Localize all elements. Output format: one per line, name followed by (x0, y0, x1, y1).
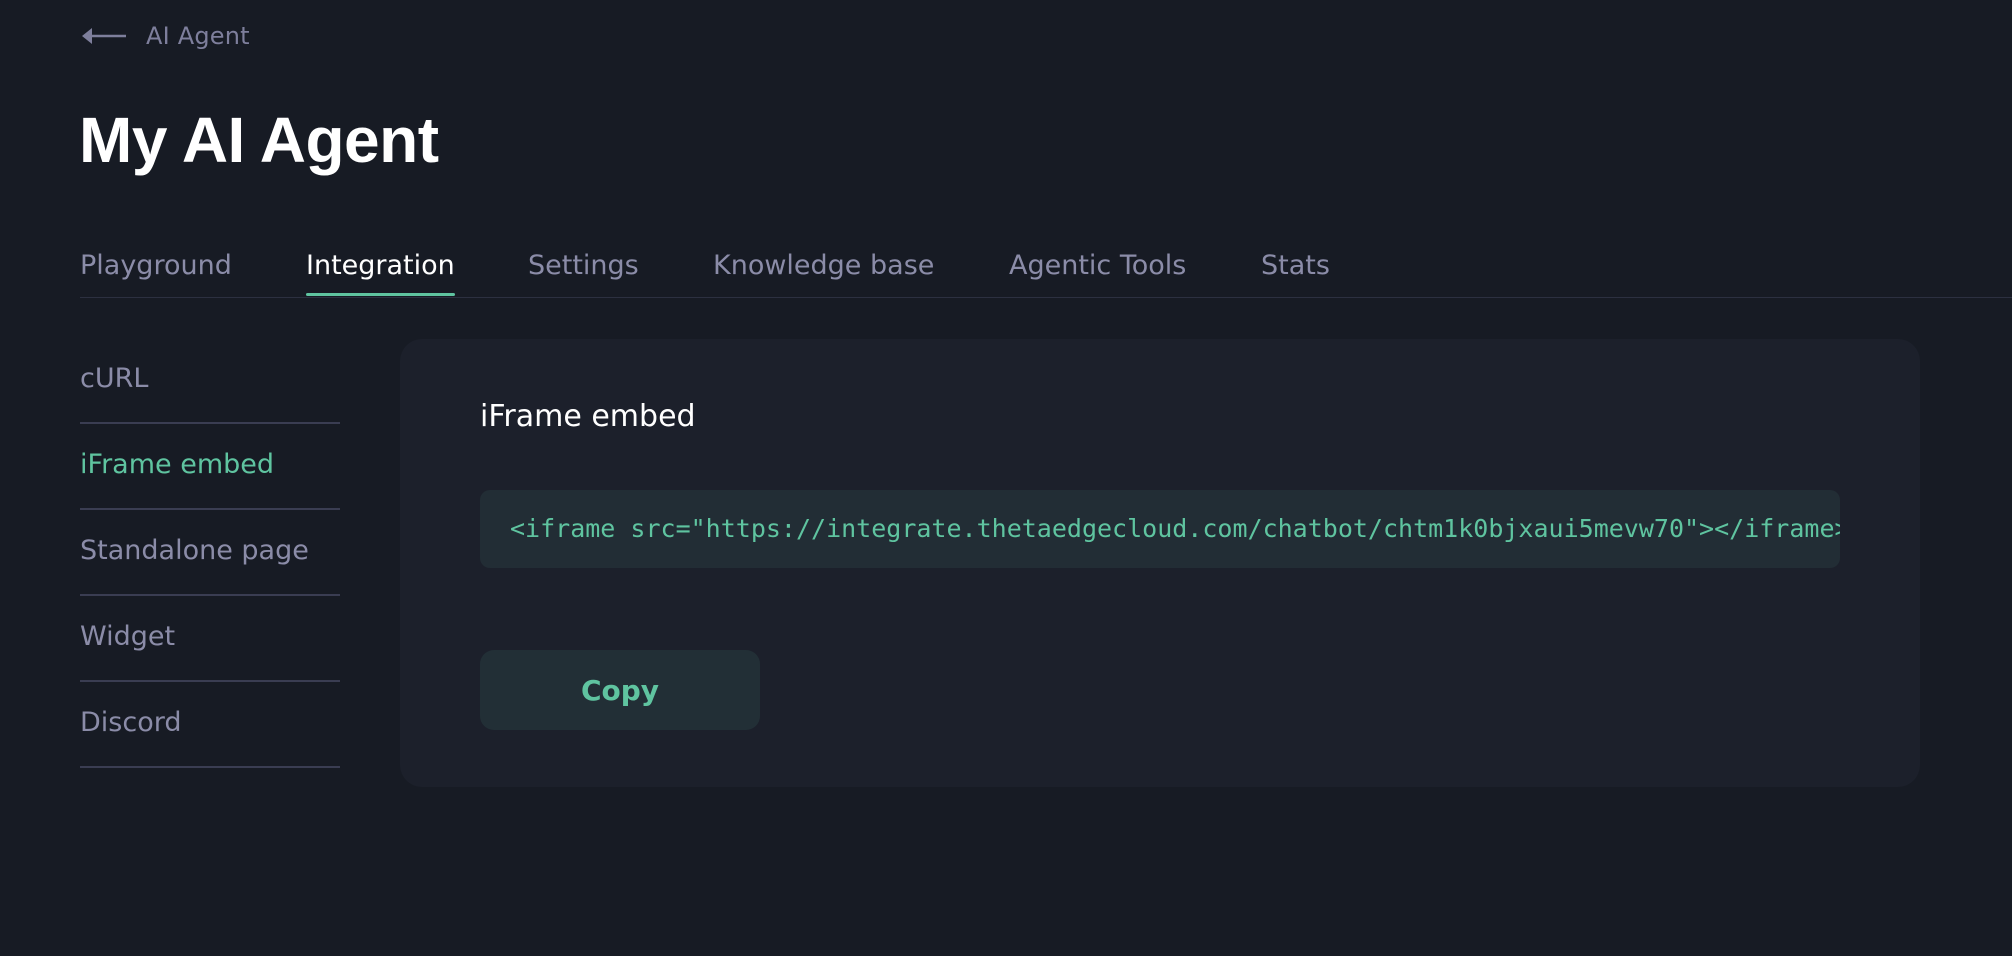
arrow-left-icon (80, 26, 126, 46)
sidebar-item-standalone-page[interactable]: Standalone page (80, 510, 340, 596)
embed-code-box[interactable]: <iframe src="https://integrate.thetaedge… (480, 490, 1840, 568)
integration-sidebar: cURL iFrame embed Standalone page Widget… (80, 338, 340, 768)
tab-agentic-tools[interactable]: Agentic Tools (1009, 250, 1186, 295)
tab-bar: Playground Integration Settings Knowledg… (80, 250, 2012, 298)
sidebar-item-curl[interactable]: cURL (80, 338, 340, 424)
panel-title: iFrame embed (480, 399, 696, 434)
back-link[interactable]: AI Agent (80, 22, 250, 50)
embed-code: <iframe src="https://integrate.thetaedge… (510, 514, 1840, 543)
breadcrumb-label: AI Agent (146, 22, 250, 50)
iframe-embed-panel: iFrame embed <iframe src="https://integr… (400, 339, 1920, 787)
tab-stats[interactable]: Stats (1261, 250, 1330, 295)
page-title: My AI Agent (79, 104, 439, 176)
sidebar-item-iframe-embed[interactable]: iFrame embed (80, 424, 340, 510)
copy-button[interactable]: Copy (480, 650, 760, 730)
sidebar-item-discord[interactable]: Discord (80, 682, 340, 768)
sidebar-item-widget[interactable]: Widget (80, 596, 340, 682)
tab-knowledge-base[interactable]: Knowledge base (713, 250, 934, 295)
tab-settings[interactable]: Settings (528, 250, 639, 295)
tab-playground[interactable]: Playground (80, 250, 232, 295)
tab-integration[interactable]: Integration (306, 250, 455, 296)
